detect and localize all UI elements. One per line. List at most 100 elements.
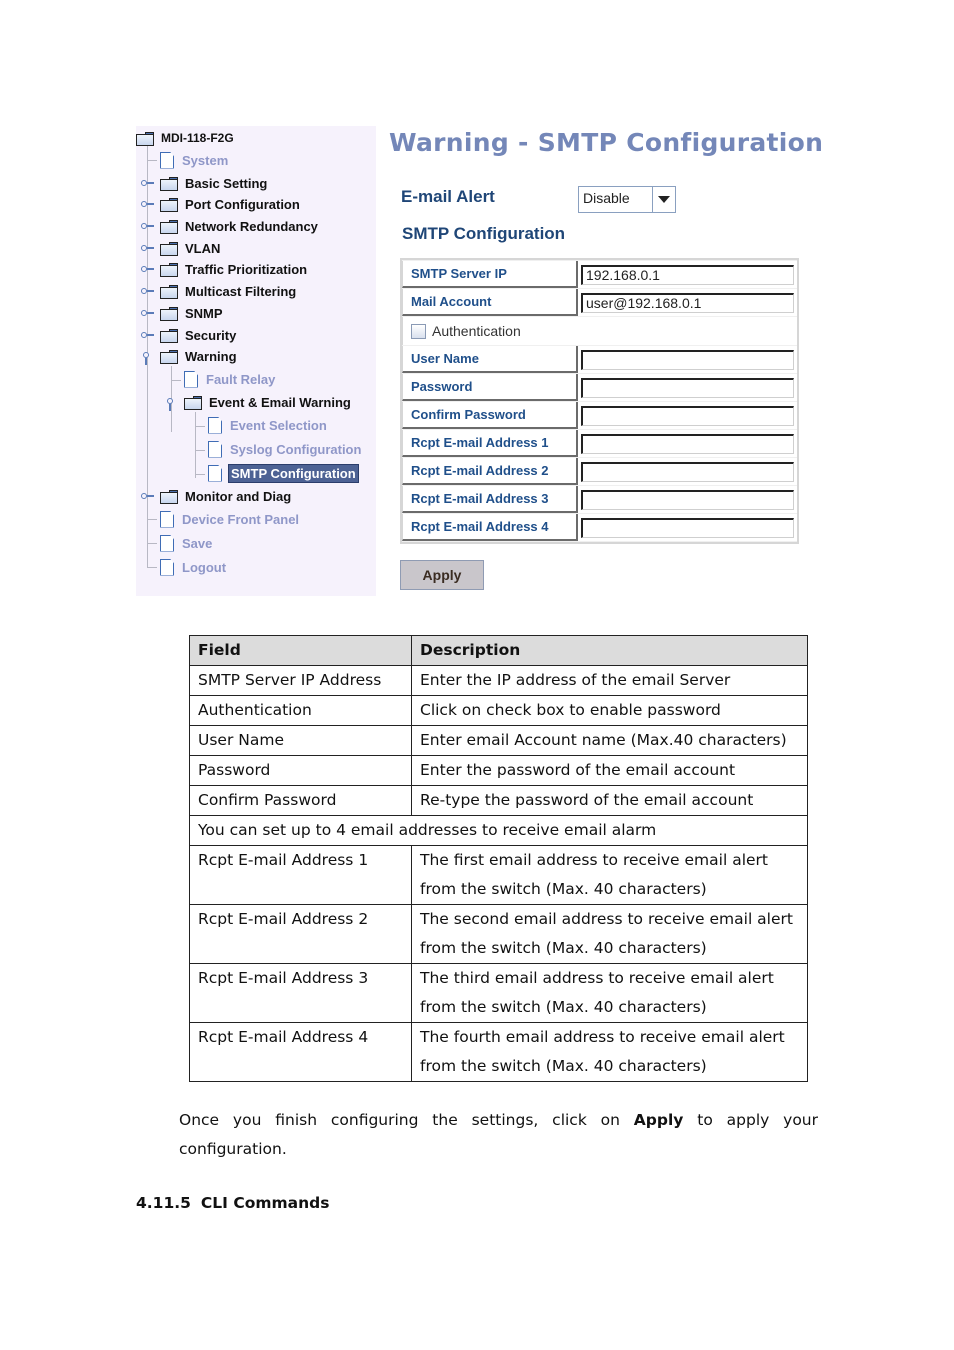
tree-connector (195, 426, 205, 427)
user-name-input[interactable] (581, 349, 794, 370)
form-row-user-name: User Name (402, 346, 797, 373)
table-row: Authentication Click on check box to ena… (189, 695, 808, 726)
description-cell: The first email address to receive email… (411, 845, 808, 905)
rcpt-email-2-input[interactable] (581, 461, 794, 482)
tree-item-snmp[interactable]: SNMP (160, 302, 225, 324)
section-number: 4.11.5 (136, 1194, 191, 1212)
tree-item-port-configuration[interactable]: Port Configuration (160, 193, 302, 215)
rcpt-email-3-label: Rcpt E-mail Address 3 (402, 486, 578, 513)
rcpt-email-4-label: Rcpt E-mail Address 4 (402, 514, 578, 541)
collapse-icon[interactable] (167, 397, 181, 411)
tree-item-multicast-filtering[interactable]: Multicast Filtering (160, 280, 298, 302)
tree-connector (171, 380, 181, 381)
tree-connector (147, 160, 157, 161)
expand-icon[interactable] (141, 492, 155, 500)
confirm-password-input[interactable] (581, 405, 794, 426)
tree-connector (195, 450, 205, 451)
table-row: SMTP Server IP Address Enter the IP addr… (189, 665, 808, 696)
tree-item-warning[interactable]: Warning (160, 345, 239, 367)
tree-item-logout[interactable]: Logout (160, 556, 228, 578)
tree-item-syslog-configuration[interactable]: Syslog Configuration (208, 438, 363, 460)
page-icon (160, 534, 174, 552)
smtp-server-ip-input[interactable] (581, 264, 794, 285)
form-row-authentication: Authentication (402, 317, 797, 345)
tree-item-device-front-panel[interactable]: Device Front Panel (160, 508, 301, 530)
tree-item-save[interactable]: Save (160, 532, 214, 554)
authentication-label: Authentication (432, 323, 521, 339)
smtp-server-ip-label: SMTP Server IP (402, 261, 578, 288)
expand-icon[interactable] (141, 179, 155, 187)
collapse-icon[interactable] (143, 351, 157, 365)
tree-item-security[interactable]: Security (160, 324, 238, 346)
expand-icon[interactable] (141, 287, 155, 295)
description-cell: The third email address to receive email… (411, 963, 808, 1023)
email-alert-value: Disable (579, 187, 653, 212)
folder-icon (136, 131, 154, 146)
page-icon (184, 370, 198, 388)
field-cell: Rcpt E-mail Address 2 (189, 904, 412, 964)
form-row-rcpt-email-4: Rcpt E-mail Address 4 (402, 514, 797, 541)
description-cell: Enter the password of the email account (411, 755, 808, 786)
field-cell: Password (189, 755, 412, 786)
folder-icon (160, 328, 178, 343)
form-row-mail-account: Mail Account (402, 289, 797, 316)
field-cell: Confirm Password (189, 785, 412, 816)
folder-icon (160, 197, 178, 212)
authentication-checkbox[interactable] (411, 323, 426, 339)
page-icon (208, 416, 222, 434)
chevron-down-icon[interactable] (653, 187, 675, 212)
tree-item-basic-setting[interactable]: Basic Setting (160, 172, 269, 194)
tree-item-monitor-and-diag[interactable]: Monitor and Diag (160, 485, 293, 507)
table-row: Rcpt E-mail Address 3 The third email ad… (189, 963, 808, 1023)
instruction-paragraph: Once you finish configuring the settings… (179, 1111, 818, 1158)
table-row: Rcpt E-mail Address 1 The first email ad… (189, 845, 808, 905)
description-cell: Enter the IP address of the email Server (411, 665, 808, 696)
folder-icon (160, 219, 178, 234)
expand-icon[interactable] (141, 309, 155, 317)
page-icon (160, 151, 174, 169)
description-cell: Enter email Account name (Max.40 charact… (411, 725, 808, 756)
page-title: Warning - SMTP Configuration (389, 128, 824, 157)
expand-icon[interactable] (141, 265, 155, 273)
field-cell: SMTP Server IP Address (189, 665, 412, 696)
tree-item-event-selection[interactable]: Event Selection (208, 414, 329, 436)
tree-connector (147, 543, 157, 544)
rcpt-email-1-input[interactable] (581, 433, 794, 454)
expand-icon[interactable] (141, 331, 155, 339)
description-cell: Re-type the password of the email accoun… (411, 785, 808, 816)
tree-connector (147, 567, 157, 568)
tree-connector (147, 519, 157, 520)
column-header-description: Description (411, 635, 808, 666)
tree-item-system[interactable]: System (160, 149, 230, 171)
tree-root[interactable]: MDI-118-F2G (136, 127, 236, 149)
expand-icon[interactable] (141, 244, 155, 252)
section-title: CLI Commands (200, 1194, 330, 1212)
tree-item-traffic-prioritization[interactable]: Traffic Prioritization (160, 258, 309, 280)
table-span-row: You can set up to 4 email addresses to r… (189, 815, 808, 846)
apply-emphasis: Apply (633, 1111, 684, 1129)
expand-icon[interactable] (141, 200, 155, 208)
mail-account-input[interactable] (581, 292, 794, 313)
tree-item-smtp-configuration[interactable]: SMTP Configuration (208, 462, 359, 484)
tree-item-event-email-warning[interactable]: Event & Email Warning (184, 391, 353, 413)
confirm-password-label: Confirm Password (402, 402, 578, 429)
field-cell: Rcpt E-mail Address 3 (189, 963, 412, 1023)
tree-item-fault-relay[interactable]: Fault Relay (184, 368, 277, 390)
navigation-tree: MDI-118-F2G System Basic Setting Port Co… (136, 126, 376, 596)
form-row-rcpt-email-2: Rcpt E-mail Address 2 (402, 458, 797, 485)
folder-icon (160, 284, 178, 299)
folder-icon (184, 395, 202, 410)
field-description-table: Field Description SMTP Server IP Address… (189, 635, 808, 1082)
expand-icon[interactable] (141, 222, 155, 230)
rcpt-email-4-input[interactable] (581, 517, 794, 538)
tree-item-network-redundancy[interactable]: Network Redundancy (160, 215, 320, 237)
apply-button[interactable]: Apply (400, 560, 484, 590)
table-row: Rcpt E-mail Address 2 The second email a… (189, 904, 808, 964)
rcpt-email-3-input[interactable] (581, 489, 794, 510)
password-label: Password (402, 374, 578, 401)
tree-item-vlan[interactable]: VLAN (160, 237, 222, 259)
tree-connector (195, 412, 196, 478)
email-alert-select[interactable]: Disable (578, 186, 676, 213)
password-input[interactable] (581, 377, 794, 398)
section-heading: 4.11.5 CLI Commands (136, 1194, 329, 1212)
